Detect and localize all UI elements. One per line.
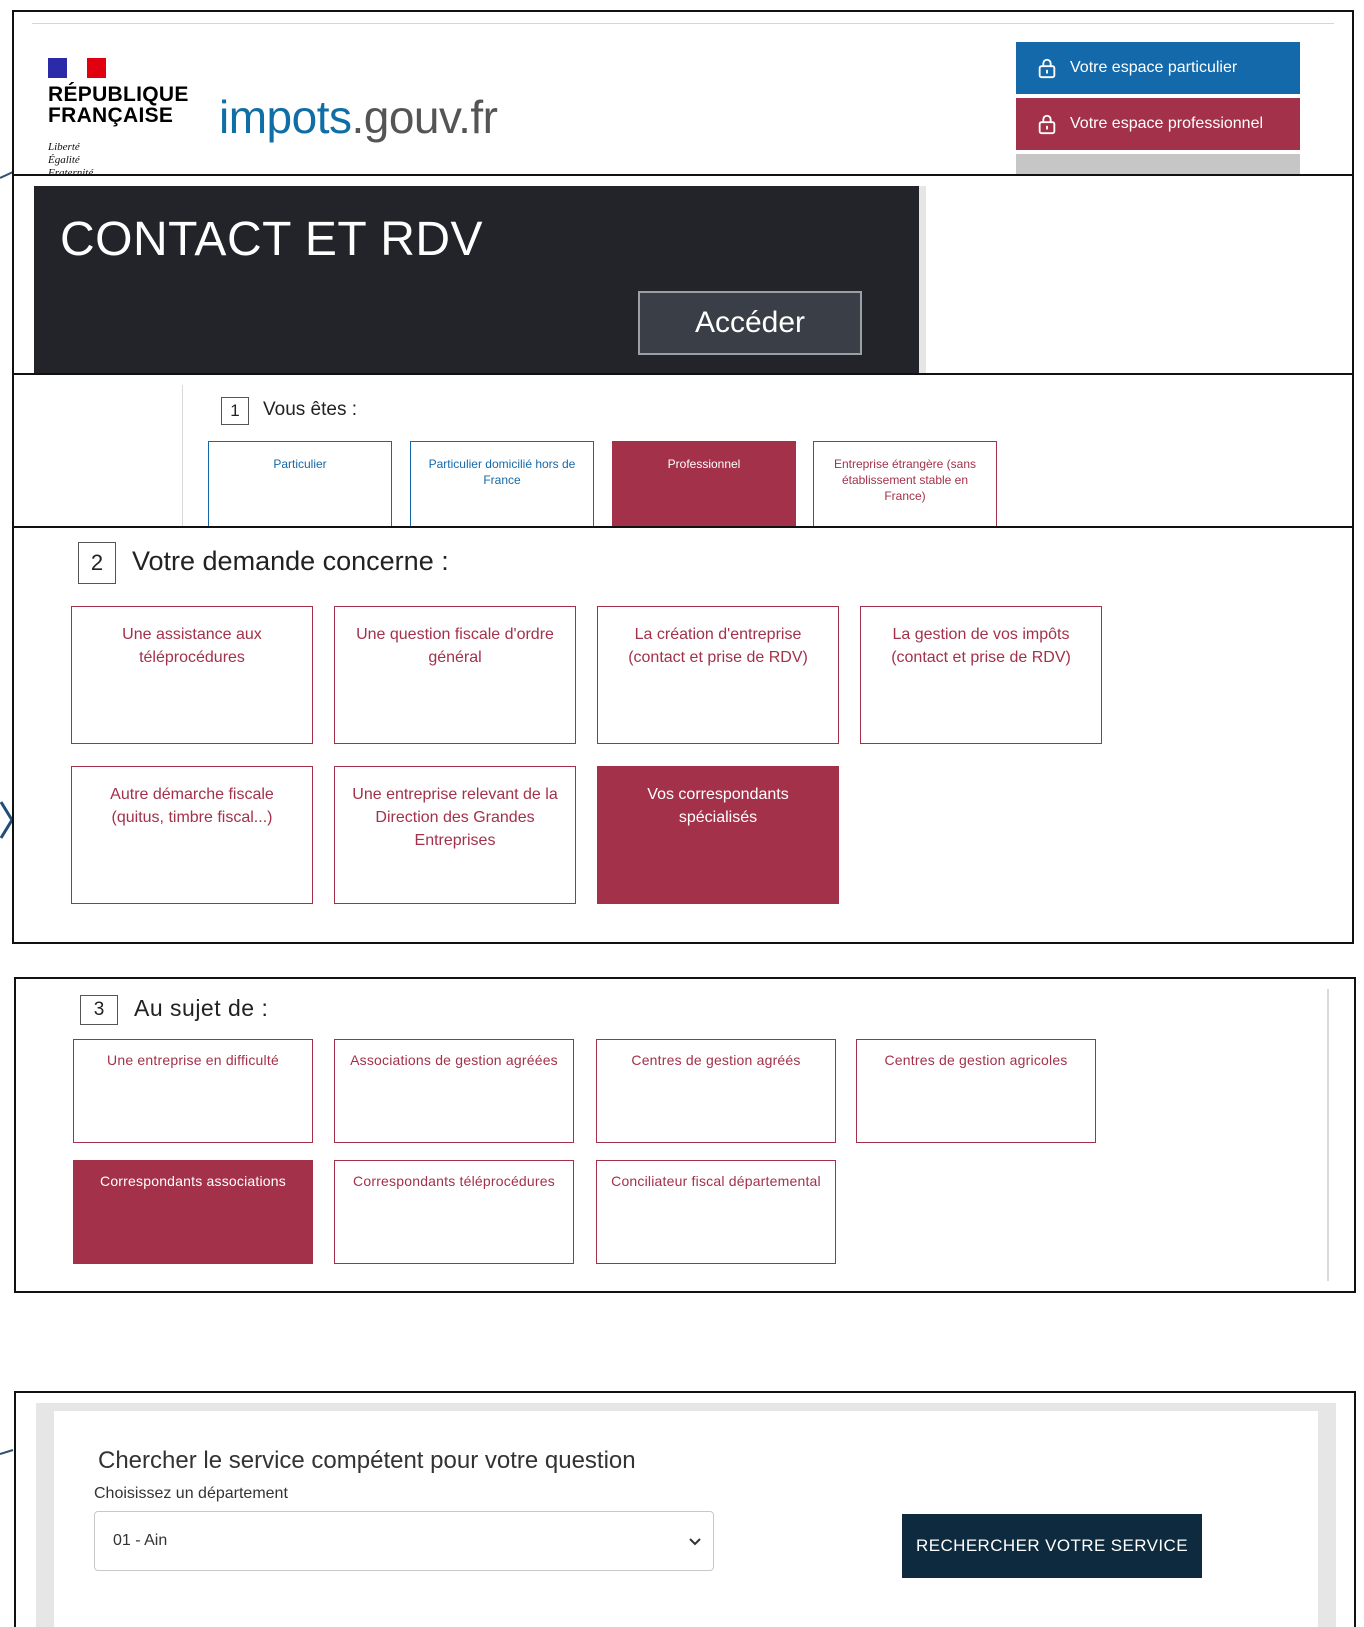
search-form: Chercher le service compétent pour votre… bbox=[54, 1411, 1318, 1627]
search-title: Chercher le service compétent pour votre… bbox=[98, 1447, 636, 1474]
step2-panel: 2 Votre demande concerne : Une assistanc… bbox=[12, 526, 1354, 944]
site-logo[interactable]: impots.gouv.fr bbox=[219, 90, 498, 144]
search-service-button[interactable]: RECHERCHER VOTRE SERVICE bbox=[902, 1514, 1202, 1578]
option-correspondants-specialises[interactable]: Vos correspondants spécialisés bbox=[597, 766, 839, 904]
option-associations-gestion[interactable]: Associations de gestion agréées bbox=[334, 1039, 574, 1143]
option-conciliateur-fiscal[interactable]: Conciliateur fiscal départemental bbox=[596, 1160, 836, 1264]
option-question-fiscale[interactable]: Une question fiscale d'ordre général bbox=[334, 606, 576, 744]
espace-particulier-label: Votre espace particulier bbox=[1070, 59, 1238, 76]
site-header-panel: RÉPUBLIQUE FRANÇAISE Liberté Égalité Fra… bbox=[12, 10, 1354, 185]
option-entreprise-difficulte[interactable]: Une entreprise en difficulté bbox=[73, 1039, 313, 1143]
option-grandes-entreprises[interactable]: Une entreprise relevant de la Direction … bbox=[334, 766, 576, 904]
search-section: Chercher le service compétent pour votre… bbox=[36, 1403, 1336, 1627]
espace-professionnel-label: Votre espace professionnel bbox=[1070, 115, 1264, 132]
department-select[interactable]: 01 - Ain bbox=[94, 1511, 714, 1571]
search-panel: Chercher le service compétent pour votre… bbox=[14, 1391, 1356, 1627]
option-centres-gestion-agrees[interactable]: Centres de gestion agréés bbox=[596, 1039, 836, 1143]
step-title: Au sujet de : bbox=[134, 995, 269, 1021]
option-centres-gestion-agricoles[interactable]: Centres de gestion agricoles bbox=[856, 1039, 1096, 1143]
option-correspondants-associations[interactable]: Correspondants associations bbox=[73, 1160, 313, 1264]
french-flag-icon bbox=[48, 58, 106, 78]
site-logo-brand: impots bbox=[219, 91, 352, 143]
option-assistance-teleprocedures[interactable]: Une assistance aux téléprocédures bbox=[71, 606, 313, 744]
site-logo-suffix: .gouv.fr bbox=[351, 91, 498, 143]
option-particulier[interactable]: Particulier bbox=[208, 441, 392, 527]
step-title: Vous êtes : bbox=[263, 399, 358, 420]
option-correspondants-teleprocedures[interactable]: Correspondants téléprocédures bbox=[334, 1160, 574, 1264]
step-title: Votre demande concerne : bbox=[132, 546, 449, 576]
option-entreprise-etrangere[interactable]: Entreprise étrangère (sans établissement… bbox=[813, 441, 997, 527]
option-autre-demarche[interactable]: Autre démarche fiscale (quitus, timbre f… bbox=[71, 766, 313, 904]
chevron-down-icon bbox=[689, 1538, 701, 1546]
espace-particulier-button[interactable]: Votre espace particulier bbox=[1016, 42, 1300, 94]
option-professionnel[interactable]: Professionnel bbox=[612, 441, 796, 527]
espace-professionnel-button[interactable]: Votre espace professionnel bbox=[1016, 98, 1300, 150]
banner-shadow bbox=[919, 186, 926, 374]
banner-title: CONTACT ET RDV bbox=[60, 213, 484, 266]
header-divider bbox=[32, 23, 1334, 24]
step1-panel: 1 Vous êtes : Particulier Particulier do… bbox=[12, 373, 1354, 527]
lock-icon bbox=[1038, 58, 1056, 79]
republique-francaise-logo[interactable]: RÉPUBLIQUE FRANÇAISE bbox=[48, 84, 189, 126]
contact-banner-panel: CONTACT ET RDV Accéder bbox=[12, 174, 1354, 374]
arrow-icon bbox=[0, 1449, 14, 1455]
contact-banner: CONTACT ET RDV Accéder bbox=[34, 186, 919, 374]
option-creation-entreprise[interactable]: La création d'entreprise (contact et pri… bbox=[597, 606, 839, 744]
lock-icon bbox=[1038, 114, 1056, 135]
step3-panel: 3 Au sujet de : Une entreprise en diffic… bbox=[14, 977, 1356, 1293]
step-number: 3 bbox=[80, 995, 118, 1025]
scroll-track bbox=[1327, 989, 1329, 1281]
step-number: 1 bbox=[221, 397, 249, 425]
option-particulier-hors-france[interactable]: Particulier domicilié hors de France bbox=[410, 441, 594, 527]
divider bbox=[182, 385, 183, 527]
option-gestion-impots[interactable]: La gestion de vos impôts (contact et pri… bbox=[860, 606, 1102, 744]
department-select-value: 01 - Ain bbox=[113, 1532, 168, 1549]
department-label: Choisissez un département bbox=[94, 1485, 288, 1502]
acceder-button[interactable]: Accéder bbox=[638, 291, 862, 355]
step-number: 2 bbox=[78, 542, 116, 584]
